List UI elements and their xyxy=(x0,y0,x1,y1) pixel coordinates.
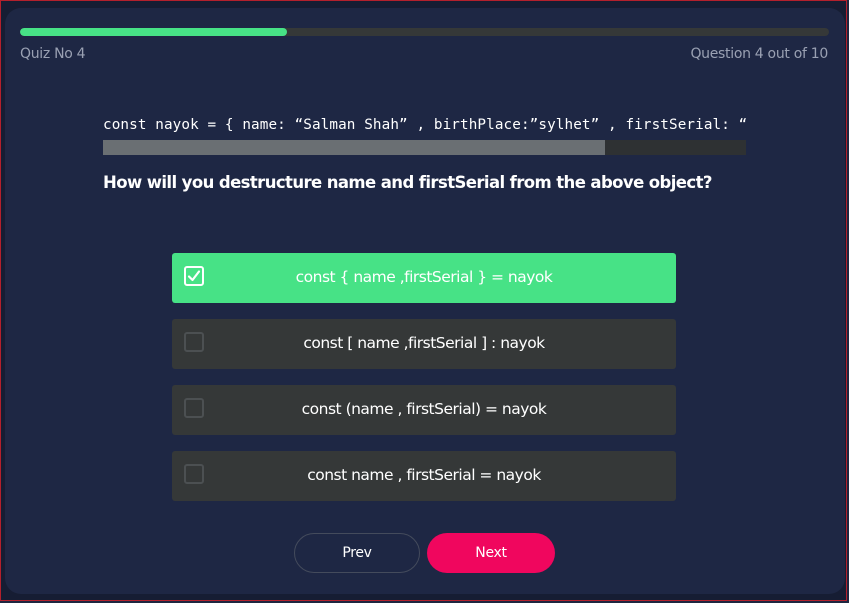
quiz-card: Quiz No 4 Question 4 out of 10 const nay… xyxy=(5,8,845,594)
prev-button[interactable]: Prev xyxy=(294,533,420,573)
question-text: How will you destructure name and firstS… xyxy=(103,173,712,192)
option-label: const name , firstSerial = nayok xyxy=(307,466,541,484)
next-button[interactable]: Next xyxy=(427,533,555,573)
app-window: Quiz No 4 Question 4 out of 10 const nay… xyxy=(0,0,847,601)
answer-option-4[interactable]: const name , firstSerial = nayok xyxy=(172,451,676,501)
quiz-progress-bar xyxy=(20,28,829,36)
question-counter: Question 4 out of 10 xyxy=(690,46,828,62)
code-text: const nayok = { name: “Salman Shah” , bi… xyxy=(103,117,746,133)
quiz-progress-fill xyxy=(20,28,287,36)
scrollbar-thumb[interactable] xyxy=(103,140,605,155)
option-label: const { name ,firstSerial } = nayok xyxy=(295,268,553,286)
answer-option-3[interactable]: const (name , firstSerial) = nayok xyxy=(172,385,676,435)
quiz-label: Quiz No 4 xyxy=(20,46,86,62)
code-horizontal-scrollbar[interactable] xyxy=(103,140,746,155)
option-label: const [ name ,firstSerial ] : nayok xyxy=(303,334,545,352)
answer-option-2[interactable]: const [ name ,firstSerial ] : nayok xyxy=(172,319,676,369)
answer-option-1[interactable]: const { name ,firstSerial } = nayok xyxy=(172,253,676,303)
option-label: const (name , firstSerial) = nayok xyxy=(301,400,547,418)
code-snippet: const nayok = { name: “Salman Shah” , bi… xyxy=(103,115,746,155)
